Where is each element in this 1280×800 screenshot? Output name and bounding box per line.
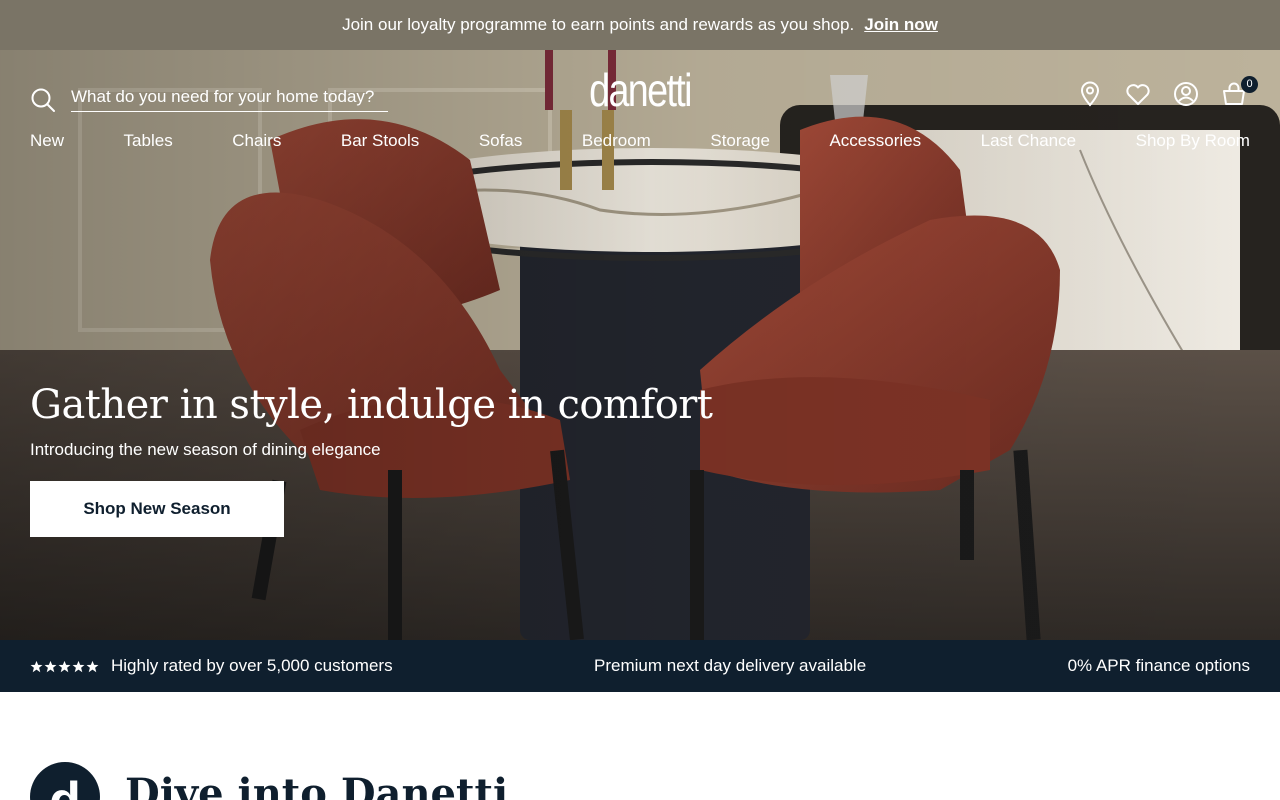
nav-item-chairs[interactable]: Chairs [232, 131, 281, 151]
rating-text: Highly rated by over 5,000 customers [111, 656, 393, 675]
delivery-usp: Premium next day delivery available [594, 656, 867, 675]
finance-usp: 0% APR finance options [1067, 656, 1250, 675]
rating-usp: Highly rated by over 5,000 customers [30, 656, 393, 676]
nav-item-new[interactable]: New [30, 131, 64, 151]
nav-item-last-chance[interactable]: Last Chance [981, 131, 1076, 151]
nav-item-sofas[interactable]: Sofas [479, 131, 522, 151]
nav-item-accessories[interactable]: Accessories [829, 131, 921, 151]
nav-item-bedroom[interactable]: Bedroom [582, 131, 651, 151]
dive-section: d Dive into Danetti [30, 762, 508, 800]
nav-item-tables[interactable]: Tables [124, 131, 173, 151]
hero-title: Gather in style, indulge in comfort [30, 382, 713, 428]
shop-new-season-button[interactable]: Shop New Season [30, 481, 284, 537]
account-icon[interactable] [1172, 80, 1200, 108]
danetti-badge-icon: d [30, 762, 100, 800]
basket-button[interactable]: 0 [1220, 76, 1258, 108]
announcement-text: Join our loyalty programme to earn point… [342, 15, 855, 34]
heart-icon[interactable] [1124, 80, 1152, 108]
hero-subtitle: Introducing the new season of dining ele… [30, 440, 381, 459]
search-bar[interactable] [30, 82, 388, 112]
danetti-logo[interactable]: danetti [579, 62, 700, 118]
header-actions: 0 [1076, 76, 1258, 110]
search-input[interactable] [71, 82, 388, 112]
nav-item-storage[interactable]: Storage [710, 131, 770, 151]
nav-item-bar-stools[interactable]: Bar Stools [341, 131, 419, 151]
star-icon [58, 660, 71, 672]
announcement-bar: Join our loyalty programme to earn point… [0, 0, 1280, 50]
star-icon [30, 660, 43, 672]
cart-count-badge: 0 [1241, 76, 1258, 93]
star-icon [44, 660, 57, 672]
rating-stars [30, 660, 99, 673]
star-icon [86, 660, 99, 672]
usp-strip: Highly rated by over 5,000 customers Pre… [0, 640, 1280, 692]
nav-item-shop-by-room[interactable]: Shop By Room [1136, 131, 1250, 151]
dive-title: Dive into Danetti [125, 770, 509, 800]
main-navigation: New Tables Chairs Bar Stools Sofas Bedro… [30, 128, 1250, 154]
search-icon[interactable] [30, 87, 56, 113]
star-icon [72, 660, 85, 672]
join-now-link[interactable]: Join now [864, 15, 938, 35]
location-pin-icon[interactable] [1076, 80, 1104, 108]
